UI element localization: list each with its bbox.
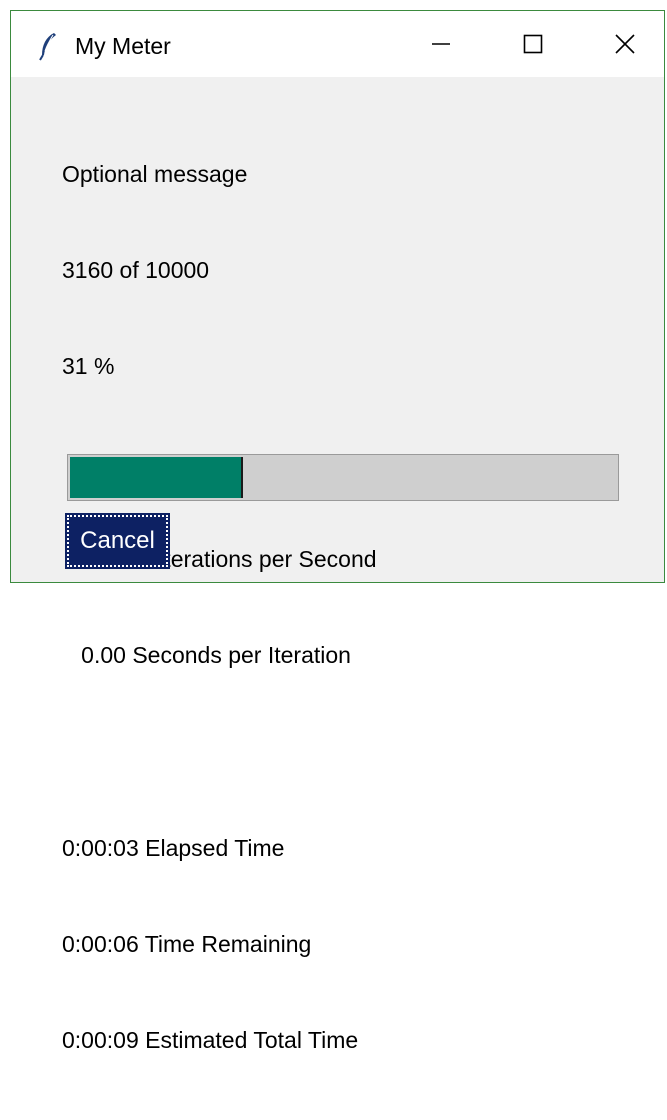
seconds-per-iteration: 0.00 Seconds per Iteration (62, 642, 351, 668)
count-text: 3160 of 10000 (62, 257, 210, 283)
title-bar[interactable]: My Meter (11, 11, 664, 77)
cancel-button[interactable]: Cancel (65, 513, 170, 569)
percent-text: 31 % (62, 353, 115, 379)
close-button[interactable] (577, 11, 667, 77)
meter-window: My Meter Optional message 3160 of 10000 … (10, 10, 665, 1053)
minimize-icon (432, 43, 450, 45)
feather-icon (39, 33, 56, 61)
elapsed-time: 0:00:03 Elapsed Time (62, 835, 285, 861)
maximize-button[interactable] (485, 11, 581, 77)
progress-bar-fill (70, 457, 243, 498)
window-title: My Meter (75, 33, 171, 59)
estimated-total-time: 0:00:09 Estimated Total Time (62, 1027, 359, 1053)
progress-bar (67, 454, 619, 501)
minimize-button[interactable] (393, 11, 489, 77)
maximize-icon (523, 34, 543, 54)
optional-message: Optional message (62, 161, 248, 187)
time-remaining: 0:00:06 Time Remaining (62, 931, 312, 957)
meter-text: Optional message 3160 of 10000 31 % 1022… (62, 94, 377, 1120)
close-icon (615, 34, 635, 54)
